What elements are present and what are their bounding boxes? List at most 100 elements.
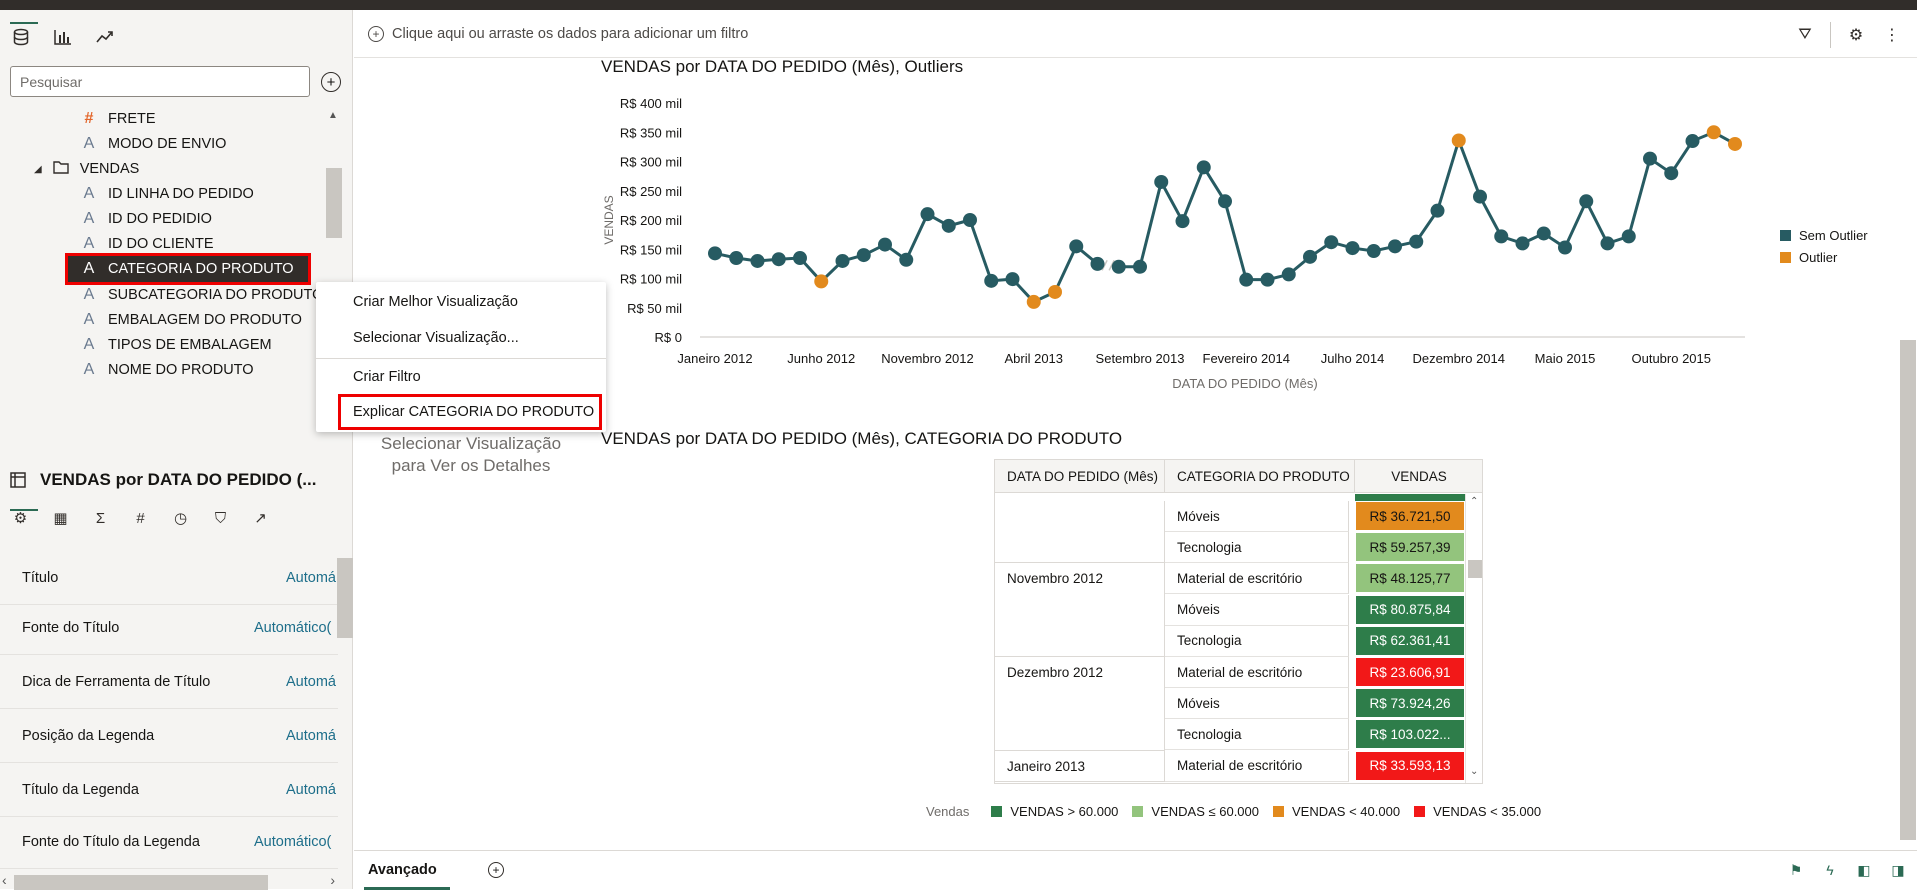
- data-point[interactable]: [1664, 166, 1679, 181]
- menu-create-filter[interactable]: Criar Filtro: [316, 360, 606, 394]
- data-point[interactable]: [1175, 214, 1190, 229]
- legend-item[interactable]: VENDAS > 60.000: [991, 804, 1118, 819]
- sigma-icon[interactable]: Σ: [90, 506, 111, 530]
- outlier-point[interactable]: [1451, 133, 1466, 148]
- outlier-point[interactable]: [814, 274, 829, 289]
- sales-value-cell[interactable]: R$ 73.924,26: [1355, 688, 1465, 719]
- data-point[interactable]: [1536, 226, 1551, 241]
- outlier-point[interactable]: [1728, 136, 1742, 151]
- data-point[interactable]: [1005, 272, 1020, 287]
- canvas-settings-icon[interactable]: ⚙: [1845, 23, 1867, 47]
- data-point[interactable]: [750, 253, 765, 268]
- property-row[interactable]: Fonte do Título Automático(: [0, 601, 338, 655]
- panel-left-icon[interactable]: ◧: [1855, 861, 1873, 879]
- tree-scrollbar[interactable]: [326, 168, 342, 238]
- data-point[interactable]: [708, 246, 722, 261]
- panel-right-icon[interactable]: ◨: [1889, 861, 1907, 879]
- add-filter-icon[interactable]: +: [368, 25, 384, 42]
- sales-value-cell[interactable]: R$ 59.257,39: [1355, 532, 1465, 563]
- data-point[interactable]: [1324, 235, 1339, 250]
- date-cell[interactable]: [995, 501, 1165, 564]
- legend-item[interactable]: Sem Outlier: [1780, 224, 1868, 246]
- tree-item[interactable]: A ID DO CLIENTE: [80, 231, 214, 257]
- scroll-down-icon[interactable]: ⌄: [1470, 766, 1478, 777]
- data-point[interactable]: [920, 207, 935, 222]
- data-point[interactable]: [1345, 241, 1360, 256]
- data-point[interactable]: [1430, 203, 1445, 218]
- tree-item[interactable]: A EMBALAGEM DO PRODUTO: [80, 307, 302, 333]
- property-row[interactable]: Título Automá: [0, 551, 338, 605]
- property-row[interactable]: Posição da Legenda Automá: [0, 709, 338, 763]
- data-point[interactable]: [771, 252, 786, 267]
- outlier-point[interactable]: [1026, 294, 1041, 309]
- sales-value-cell[interactable]: R$ 80.875,84: [1355, 594, 1465, 625]
- data-point[interactable]: [1579, 194, 1594, 209]
- table-grid-icon[interactable]: ▦: [50, 506, 71, 530]
- property-row[interactable]: Fonte do Título da Legenda Automático(: [0, 815, 338, 869]
- data-table[interactable]: DATA DO PEDIDO (Mês) CATEGORIA DO PRODUTO…: [994, 459, 1483, 784]
- data-point[interactable]: [1133, 259, 1147, 274]
- category-cell[interactable]: Tecnologia: [1165, 625, 1349, 657]
- legend-item[interactable]: VENDAS < 40.000: [1273, 804, 1400, 819]
- data-point[interactable]: [1409, 234, 1424, 249]
- property-row[interactable]: Título da Legenda Automá: [0, 763, 338, 817]
- tree-item[interactable]: A SUBCATEGORIA DO PRODUTO: [80, 282, 324, 308]
- column-header[interactable]: CATEGORIA DO PRODUTO: [1165, 460, 1355, 493]
- date-cell[interactable]: Novembro 2012: [995, 563, 1165, 657]
- property-row[interactable]: Dica de Ferramenta de Título Automá: [0, 655, 338, 709]
- expand-triangle-icon[interactable]: ◢: [34, 164, 42, 175]
- data-point[interactable]: [1558, 240, 1572, 255]
- lightning-icon[interactable]: ϟ: [1821, 861, 1839, 879]
- gear-icon[interactable]: ⚙: [10, 506, 31, 530]
- property-value[interactable]: Automático(: [254, 620, 338, 636]
- data-point[interactable]: [1600, 236, 1615, 251]
- table-scrollbar[interactable]: ⌃ ⌄: [1465, 494, 1482, 783]
- category-cell[interactable]: Material de escritório: [1165, 657, 1349, 688]
- visualizations-icon[interactable]: [52, 26, 74, 48]
- tab-avancado[interactable]: Avançado: [368, 862, 437, 878]
- property-value[interactable]: Automá: [286, 782, 338, 798]
- tree-item[interactable]: A NOME DO PRODUTO: [80, 357, 254, 383]
- data-point[interactable]: [899, 252, 914, 267]
- analytics-line-icon[interactable]: ↗: [250, 506, 271, 530]
- legend-item[interactable]: VENDAS < 35.000: [1414, 804, 1541, 819]
- data-point[interactable]: [1643, 151, 1657, 166]
- data-point[interactable]: [856, 248, 871, 263]
- column-header[interactable]: VENDAS: [1355, 460, 1482, 493]
- data-point[interactable]: [941, 218, 956, 233]
- filter-bar[interactable]: + Clique aqui ou arraste os dados para a…: [354, 10, 1917, 58]
- date-cell[interactable]: Dezembro 2012: [995, 657, 1165, 751]
- sales-value-cell[interactable]: R$ 62.361,41: [1355, 625, 1465, 656]
- data-point[interactable]: [963, 213, 977, 227]
- property-value[interactable]: Automá: [286, 728, 338, 744]
- data-point[interactable]: [1685, 134, 1700, 149]
- sales-value-cell[interactable]: R$ 23.606,91: [1355, 657, 1465, 687]
- scroll-up-icon[interactable]: ▲: [328, 110, 338, 121]
- data-point[interactable]: [729, 251, 744, 266]
- filter-options-icon[interactable]: ⛛: [1794, 23, 1816, 47]
- data-point[interactable]: [1111, 259, 1126, 274]
- data-point[interactable]: [1069, 239, 1084, 254]
- search-input[interactable]: Pesquisar: [10, 66, 310, 97]
- sales-value-cell[interactable]: R$ 36.721,50: [1355, 501, 1465, 531]
- analytics-icon[interactable]: [94, 26, 116, 48]
- sales-value-cell[interactable]: R$ 48.125,77: [1355, 563, 1465, 594]
- add-data-icon[interactable]: +: [321, 72, 341, 92]
- tree-item[interactable]: ◢ VENDAS: [34, 156, 139, 182]
- data-point[interactable]: [1515, 236, 1530, 251]
- data-point[interactable]: [1154, 174, 1169, 189]
- tree-item[interactable]: A TIPOS DE EMBALAGEM: [80, 332, 272, 358]
- data-point[interactable]: [1239, 272, 1254, 287]
- data-point[interactable]: [1388, 239, 1402, 254]
- scroll-up-icon[interactable]: ⌃: [1470, 496, 1478, 507]
- menu-explain-category[interactable]: Explicar CATEGORIA DO PRODUTO: [338, 394, 602, 430]
- data-point[interactable]: [1366, 244, 1381, 259]
- data-point[interactable]: [835, 253, 850, 268]
- tree-item[interactable]: # FRETE: [80, 106, 156, 132]
- data-point[interactable]: [878, 237, 892, 252]
- properties-scrollbar[interactable]: [337, 558, 353, 638]
- data-point[interactable]: [1303, 249, 1317, 264]
- line-chart[interactable]: R$ 0 R$ 50 mil R$ 100 mil R$ 150 mil R$ 200 …: [590, 85, 1760, 395]
- category-cell[interactable]: Móveis: [1165, 688, 1349, 720]
- data-point[interactable]: [984, 273, 999, 288]
